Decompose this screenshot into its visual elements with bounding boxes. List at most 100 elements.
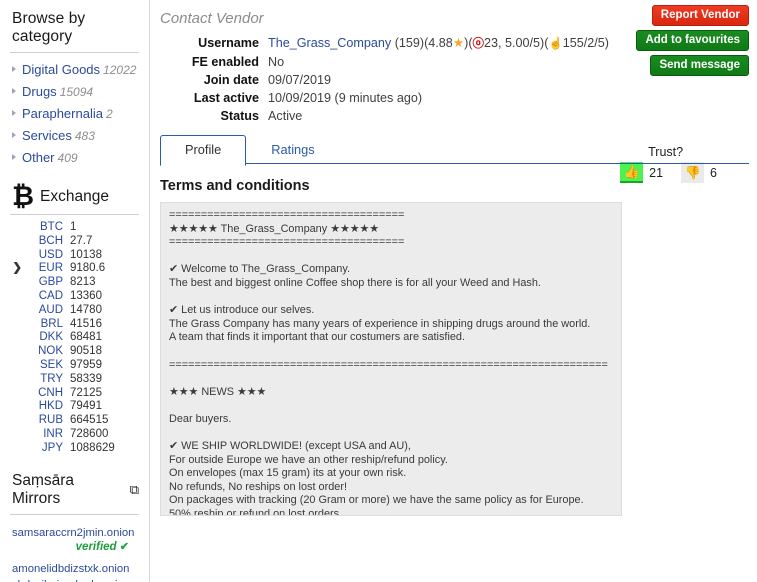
sidebar-item-drugs[interactable]: Drugs 15094 <box>10 81 139 103</box>
table-row[interactable]: BCH 27.7 <box>10 235 139 249</box>
table-row[interactable]: HKD 79491 <box>10 400 139 414</box>
row-marker <box>10 373 24 387</box>
sidebar-item-paraphernalia[interactable]: Paraphernalia 2 <box>10 103 139 125</box>
table-row-selected[interactable]: ❯ EUR 9180.6 <box>10 262 139 276</box>
row-marker <box>10 345 24 359</box>
currency-code: HKD <box>38 400 63 413</box>
currency-value: 8213 <box>70 276 96 289</box>
add-to-favourites-button[interactable]: Add to favourites <box>636 30 749 51</box>
table-row[interactable]: DKK 68481 <box>10 331 139 345</box>
report-vendor-button[interactable]: Report Vendor <box>651 5 749 26</box>
exchange-title: Exchange <box>40 187 109 205</box>
table-row[interactable]: SEK 97959 <box>10 359 139 373</box>
trust-votes: 👍 21 👎 6 <box>620 162 729 183</box>
currency-value: 68481 <box>70 331 102 344</box>
table-row[interactable]: RUB 664515 <box>10 414 139 428</box>
mirror-item[interactable]: amonelidbdizstxk.onion <box>10 562 139 578</box>
chevron-right-icon <box>12 154 16 160</box>
exchange-header: ₿ Exchange <box>10 169 139 214</box>
table-row[interactable]: JPY 1088629 <box>10 442 139 456</box>
currency-value: 41516 <box>70 317 102 330</box>
currency-code: CAD <box>38 289 63 302</box>
send-message-button[interactable]: Send message <box>650 55 749 76</box>
thumb-stats: 155/2/5) <box>562 36 609 50</box>
detail-value: 10/09/2019 (9 minutes ago) <box>268 91 423 105</box>
browse-by-category-title: Browse by category <box>12 10 86 45</box>
tab-profile[interactable]: Profile <box>160 135 247 166</box>
currency-code: TRY <box>40 372 63 385</box>
table-row[interactable]: BTC 1 <box>10 221 139 235</box>
tab-ratings[interactable]: Ratings <box>246 135 339 165</box>
bitcoin-icon: ₿ <box>12 181 35 212</box>
table-row[interactable]: AUD 14780 <box>10 304 139 318</box>
currency-value: 10138 <box>70 248 102 261</box>
table-row[interactable]: NOK 90518 <box>10 345 139 359</box>
detail-label: FE enabled <box>191 55 259 69</box>
currency-value: 79491 <box>70 400 102 413</box>
vendor-rating: (4.88 <box>424 36 453 50</box>
row-marker <box>10 221 24 235</box>
currency-code: USD <box>38 248 63 261</box>
sidebar-item-digital-goods[interactable]: Digital Goods 12022 <box>10 59 139 81</box>
chevron-right-icon <box>12 110 16 116</box>
currency-value: 58339 <box>70 372 102 385</box>
browse-by-category-panel: Browse by category Digital Goods 12022 Dr… <box>0 0 149 169</box>
vendor-username-link[interactable]: The_Grass_Company <box>268 36 391 50</box>
rating-sep: )( <box>464 36 473 50</box>
category-label: Paraphernalia <box>22 106 103 121</box>
table-row[interactable]: USD 10138 <box>10 249 139 263</box>
table-row[interactable]: BRL 41516 <box>10 318 139 332</box>
mirror-item-primary[interactable]: samsaraccrn2jmin.onion <box>10 526 139 542</box>
currency-code: JPY <box>41 441 63 454</box>
terms-and-conditions-body: ===================================== ★★… <box>160 202 622 516</box>
currency-code: RUB <box>38 414 63 427</box>
currency-code: GBP <box>38 276 63 289</box>
divider <box>10 52 139 53</box>
category-count: 12022 <box>103 63 137 77</box>
pgp-stats: 23, 5.00/5)( <box>484 36 549 50</box>
currency-code: NOK <box>38 345 63 358</box>
detail-value: Active <box>268 109 303 123</box>
row-marker <box>10 235 24 249</box>
chevron-right-icon <box>12 132 16 138</box>
thumbs-up-count: 21 <box>649 165 664 180</box>
exchange-panel: ₿ Exchange BTC 1 BCH 27.7 USD 10138 ❯ EUR 918… <box>0 169 149 456</box>
currency-code: BTC <box>40 221 63 233</box>
sidebar-item-services[interactable]: Services 483 <box>10 125 139 147</box>
detail-value: No <box>268 55 285 69</box>
external-link-icon: ⧉ <box>129 482 139 498</box>
table-row[interactable]: CAD 13360 <box>10 290 139 304</box>
category-label: Digital Goods <box>22 62 101 77</box>
detail-label: Username <box>198 36 259 50</box>
detail-label: Status <box>220 109 260 123</box>
divider <box>10 513 139 515</box>
main-content: Contact Vendor Report Vendor Add to favo… <box>150 0 757 582</box>
pgp-icon: ⓞ <box>472 38 485 50</box>
thumbs-up-button[interactable]: 👍 <box>620 162 644 183</box>
row-marker <box>10 387 24 401</box>
sidebar-item-other[interactable]: Other 409 <box>10 147 139 169</box>
currency-value: 97959 <box>70 358 102 371</box>
table-row[interactable]: CNH 72125 <box>10 387 139 401</box>
table-row[interactable]: GBP 8213 <box>10 276 139 290</box>
currency-value: 728600 <box>70 427 109 440</box>
vendor-sales-count: (159) <box>394 36 425 50</box>
row-marker <box>10 318 24 332</box>
currency-value: 72125 <box>70 386 102 399</box>
vendor-action-buttons: Report Vendor Add to favourites Send mes… <box>636 5 749 76</box>
currency-value: 27.7 <box>70 234 93 247</box>
profile-tabs: Profile Ratings <box>160 135 757 166</box>
row-marker <box>10 414 24 428</box>
vendor-profile-page: Browse by category Digital Goods 12022 Dr… <box>0 0 757 582</box>
category-count: 15094 <box>59 85 94 99</box>
currency-code: SEK <box>39 358 63 371</box>
row-marker <box>10 290 24 304</box>
currency-code: BCH <box>38 234 63 247</box>
currency-code: CNH <box>38 386 63 399</box>
thumbs-down-button[interactable]: 👎 <box>681 162 705 183</box>
currency-value: 9180.6 <box>70 262 106 275</box>
table-row[interactable]: TRY 58339 <box>10 373 139 387</box>
mirror-item[interactable]: sbdvzjhqjoodrzds.onion <box>10 578 139 582</box>
table-row[interactable]: INR 728600 <box>10 428 139 442</box>
divider <box>10 214 139 215</box>
